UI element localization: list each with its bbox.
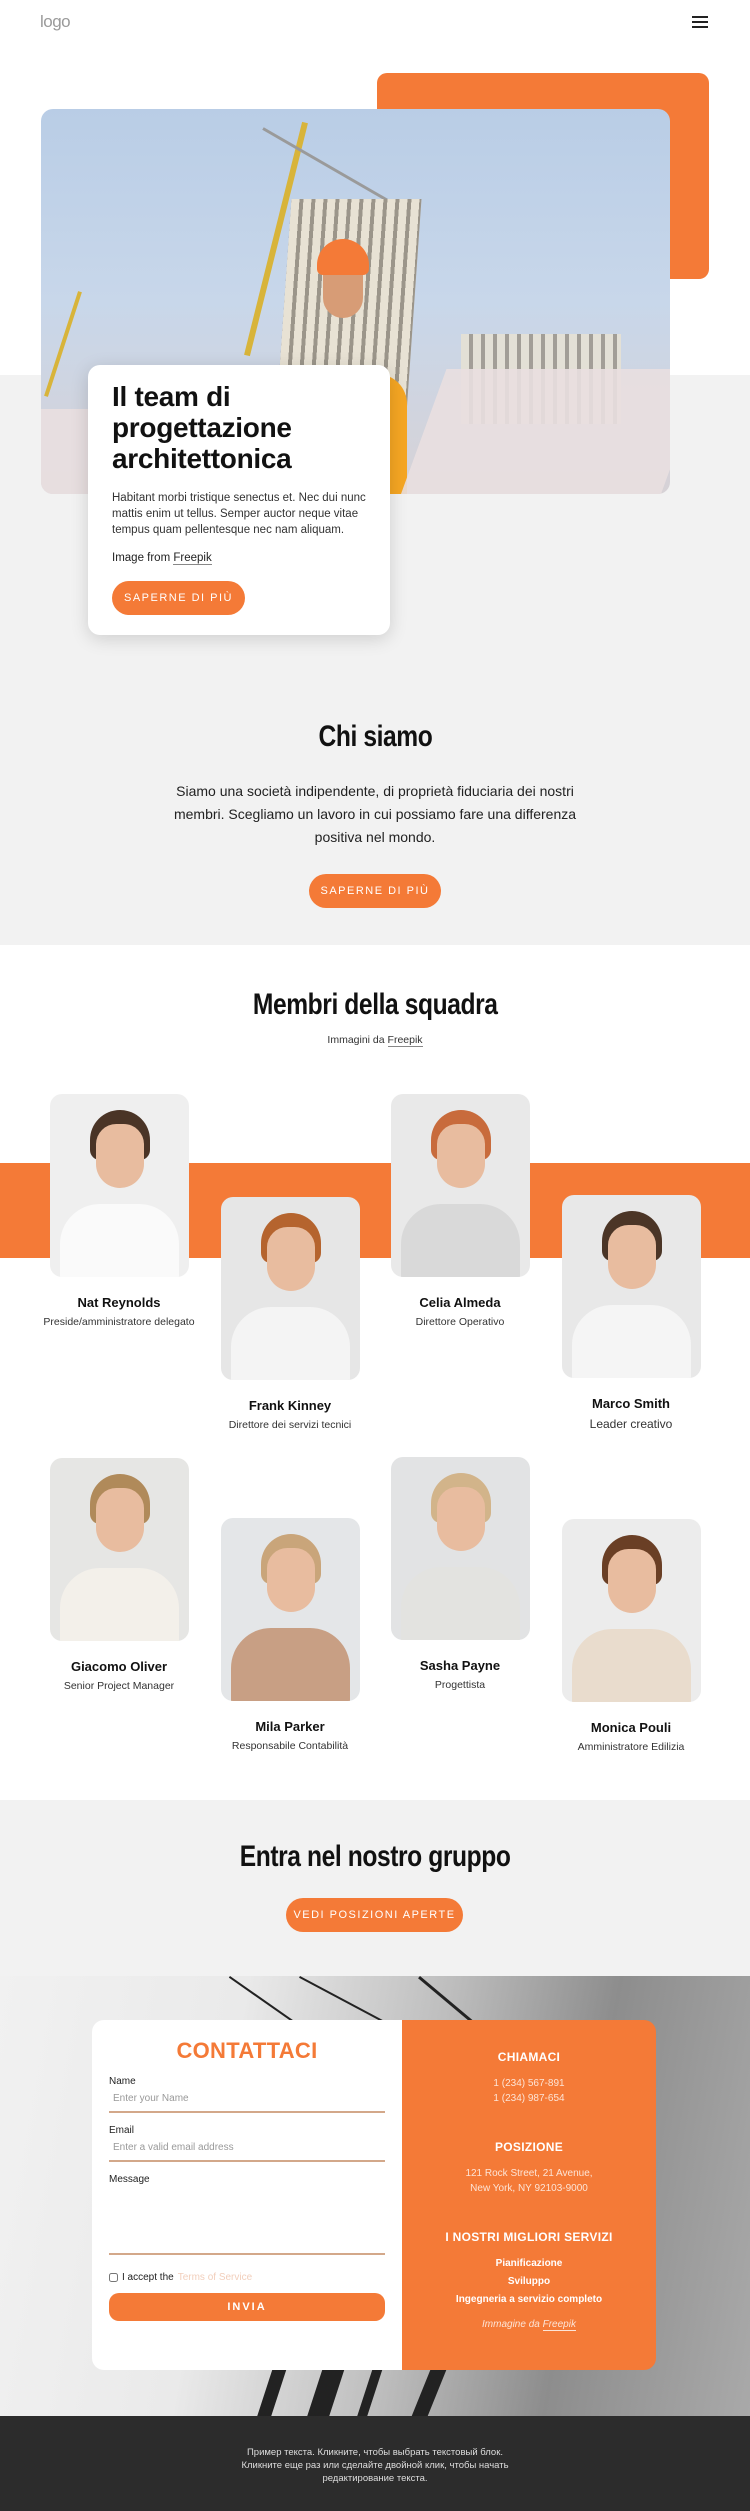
contact-info-panel: CHIAMACI 1 (234) 567-891 1 (234) 987-654… [402,2020,656,2370]
hero-card: Il team di progettazione architettonica … [88,365,390,635]
service-item: Sviluppo [507,2276,551,2287]
member-photo [561,1195,701,1378]
member-photo [561,1519,701,1702]
contact-title: CONTATTACI [176,2038,318,2063]
info-credit: Immagine da Freepik [402,2319,656,2331]
member-photo [390,1094,530,1277]
service-item: Pianificazione [495,2258,563,2269]
name-label: Name [109,2076,136,2087]
phone-2: 1 (234) 987-654 [493,2093,565,2104]
member-photo [220,1197,360,1380]
join-title-text: Entra nel nostro gruppo [239,1840,511,1873]
address-line-1: 121 Rock Street, 21 Avenue, [465,2168,593,2179]
footer-text: Пример текста. Кликните, чтобы выбрать т… [241,2447,509,2484]
about-learn-more-button[interactable]: SAPERNE DI PIÙ [309,874,441,908]
join-section-background [0,1800,750,1976]
about-section-title: Chi siamo [0,720,750,754]
member-role: Direttore Operativo [415,1316,505,1328]
team-member-card: Frank Kinney Direttore dei servizi tecni… [205,1197,375,1431]
team-member-card: Marco Smith Leader creativo [546,1195,716,1431]
team-member-card: Nat Reynolds Preside/amministratore dele… [34,1094,204,1328]
call-title: CHIAMACI [497,2050,561,2064]
services-title: I NOSTRI MIGLIORI SERVIZI [445,2230,613,2244]
footer: Пример текста. Кликните, чтобы выбрать т… [0,2416,750,2511]
member-role: Preside/amministratore delegato [43,1316,195,1328]
credit-prefix: Immagine da [482,2319,540,2330]
member-photo [49,1458,189,1641]
message-label: Message [109,2174,150,2185]
open-positions-button[interactable]: VEDI POSIZIONI APERTE [286,1898,463,1932]
team-section-title: Membri della squadra [0,988,750,1022]
member-name: Monica Pouli [590,1720,672,1735]
member-photo [390,1457,530,1640]
message-textarea[interactable] [109,2185,385,2255]
member-name: Sasha Payne [419,1658,501,1673]
member-role: Responsabile Contabilità [231,1740,349,1752]
member-name: Celia Almeda [419,1295,501,1310]
terms-label: I accept the [122,2272,174,2283]
team-member-card: Giacomo Oliver Senior Project Manager [34,1458,204,1692]
address-line-2: New York, NY 92103-9000 [470,2183,588,2194]
member-name: Giacomo Oliver [70,1659,168,1674]
email-input[interactable] [109,2136,385,2162]
member-photo [49,1094,189,1277]
member-name: Marco Smith [591,1396,670,1411]
member-name: Nat Reynolds [77,1295,161,1310]
freepik-link[interactable]: Freepik [173,552,212,565]
name-input[interactable] [109,2087,385,2113]
member-role: Leader creativo [589,1417,673,1431]
about-description: Siamo una società indipendente, di propr… [173,783,577,845]
hero-title: Il team di progettazione architettonica [112,381,292,474]
submit-button[interactable]: INVIA [109,2293,385,2321]
freepik-link[interactable]: Freepik [387,1034,423,1047]
team-credit: Immagini da Freepik [0,1034,750,1047]
terms-checkbox[interactable] [109,2273,118,2282]
contact-form: CONTATTACI Name Email Message I accept t… [92,2020,402,2370]
member-role: Amministratore Edilizia [577,1741,685,1753]
hero-description: Habitant morbi tristique senectus et. Ne… [112,492,366,536]
hero-learn-more-button[interactable]: SAPERNE DI PIÙ [112,581,245,615]
terms-row: I accept the Terms of Service [109,2272,385,2283]
logo[interactable]: logo [40,12,71,32]
freepik-link[interactable]: Freepik [542,2319,576,2331]
team-member-card: Monica Pouli Amministratore Edilizia [546,1519,716,1753]
member-role: Progettista [434,1679,486,1691]
join-section-title: Entra nel nostro gruppo [0,1840,750,1874]
member-name: Frank Kinney [248,1398,332,1413]
credit-prefix: Image from [112,552,171,564]
member-role: Direttore dei servizi tecnici [228,1419,352,1431]
service-item: Ingegneria a servizio completo [455,2294,603,2305]
hero-credit: Image from Freepik [112,552,366,565]
hamburger-menu-icon[interactable] [692,16,708,30]
about-title-text: Chi siamo [318,720,432,753]
credit-prefix: Immagini da [327,1034,385,1046]
terms-of-service-link[interactable]: Terms of Service [178,2272,252,2283]
location-title: POSIZIONE [494,2140,564,2154]
member-role: Senior Project Manager [63,1680,175,1692]
team-member-card: Celia Almeda Direttore Operativo [375,1094,545,1328]
member-name: Mila Parker [255,1719,325,1734]
phone-1: 1 (234) 567-891 [493,2078,565,2089]
member-photo [220,1518,360,1701]
team-member-card: Sasha Payne Progettista [375,1457,545,1691]
email-label: Email [109,2125,135,2136]
team-member-card: Mila Parker Responsabile Contabilità [205,1518,375,1752]
team-title-text: Membri della squadra [252,988,498,1021]
